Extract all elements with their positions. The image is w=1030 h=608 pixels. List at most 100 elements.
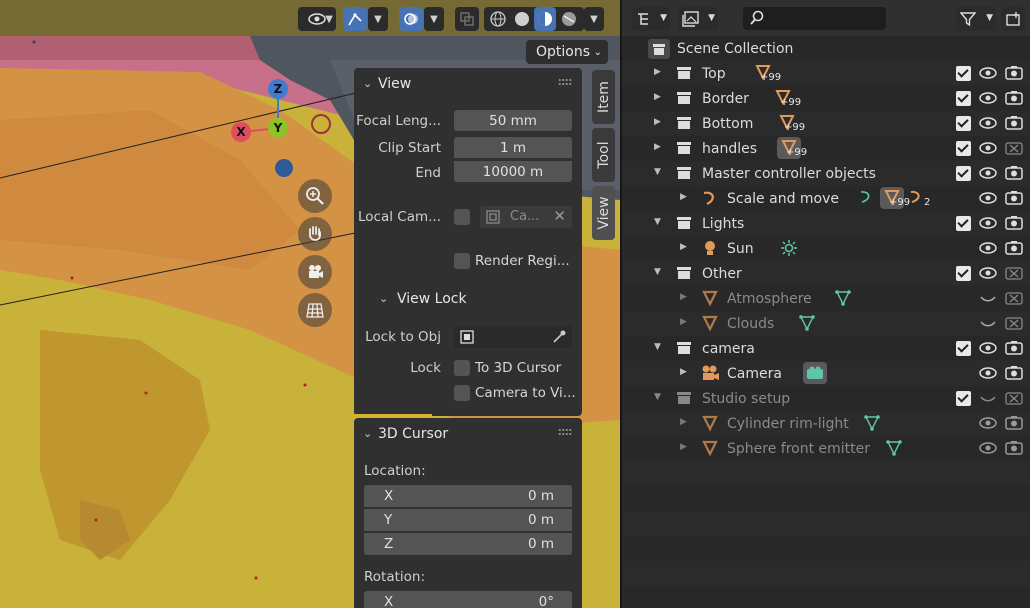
outliner-row-lights[interactable]: ▼ Lights (622, 211, 1030, 236)
outliner-row-camera-collection[interactable]: ▼ camera (622, 336, 1030, 361)
expand-arrow-icon[interactable]: ▶ (680, 317, 687, 327)
eye-icon[interactable] (979, 190, 997, 206)
solid-shading-button[interactable] (511, 7, 533, 31)
wireframe-shading-button[interactable] (487, 7, 509, 31)
display-mode-dropdown[interactable]: ▼ (632, 7, 670, 31)
render-camera-icon[interactable] (1005, 440, 1023, 456)
ortho-toggle-button[interactable] (298, 293, 332, 327)
location-x-field[interactable]: X 0 m (364, 485, 572, 507)
rendered-shading-button[interactable] (558, 7, 580, 31)
expand-arrow-icon[interactable]: ▶ (680, 192, 687, 202)
eye-closed-icon[interactable] (979, 315, 997, 331)
gizmo-x-axis[interactable]: X (231, 122, 251, 142)
focal-length-field[interactable]: 50 mm (454, 110, 572, 131)
render-disabled-icon[interactable] (1005, 290, 1023, 306)
render-camera-icon[interactable] (1005, 190, 1023, 206)
clip-start-field[interactable]: 1 m (454, 137, 572, 158)
exclude-checkbox[interactable] (956, 141, 971, 156)
camera-to-view-label[interactable]: Camera to Vi... (475, 385, 576, 401)
3d-cursor-panel-title[interactable]: 3D Cursor (378, 426, 448, 442)
chevron-down-icon[interactable]: ⌄ (363, 77, 372, 90)
expand-arrow-icon[interactable]: ▶ (680, 292, 687, 302)
exclude-checkbox[interactable] (956, 266, 971, 281)
eye-icon[interactable] (979, 65, 997, 81)
exclude-checkbox[interactable] (956, 216, 971, 231)
camera-view-button[interactable] (298, 255, 332, 289)
lock-to-object-field[interactable] (454, 326, 572, 348)
eye-icon[interactable] (979, 115, 997, 131)
gizmo-z-axis[interactable]: Z (268, 79, 288, 99)
outliner-row-camera[interactable]: ▶ Camera (622, 361, 1030, 386)
eye-icon[interactable] (979, 365, 997, 381)
drag-grip-icon[interactable] (558, 78, 572, 86)
to-3d-cursor-checkbox[interactable] (454, 360, 470, 376)
tab-view[interactable]: View (592, 186, 615, 240)
outliner-row-sun[interactable]: ▶ Sun (622, 236, 1030, 261)
expand-arrow-icon[interactable]: ▶ (654, 142, 661, 152)
render-camera-icon[interactable] (1005, 340, 1023, 356)
gizmo-dropdown[interactable]: ▼ (368, 7, 388, 31)
exclude-checkbox[interactable] (956, 91, 971, 106)
zoom-button[interactable] (298, 179, 332, 213)
local-camera-field[interactable]: Ca... ✕ (480, 206, 572, 228)
render-disabled-icon[interactable] (1005, 390, 1023, 406)
expand-arrow-icon[interactable]: ▶ (680, 242, 687, 252)
expand-arrow-icon[interactable]: ▶ (680, 417, 687, 427)
render-camera-icon[interactable] (1005, 165, 1023, 181)
exclude-checkbox[interactable] (956, 116, 971, 131)
overlays-toggle[interactable] (399, 7, 423, 31)
eye-icon[interactable] (979, 415, 997, 431)
visibility-dropdown[interactable]: ▼ (298, 7, 336, 31)
eye-icon[interactable] (979, 140, 997, 156)
outliner-row-border[interactable]: ▶ Border +99 (622, 86, 1030, 111)
exclude-checkbox[interactable] (956, 166, 971, 181)
render-camera-icon[interactable] (1005, 215, 1023, 231)
render-region-label[interactable]: Render Regi... (475, 253, 570, 269)
outliner-row-studio-setup[interactable]: ▼ Studio setup (622, 386, 1030, 411)
close-icon[interactable]: ✕ (553, 207, 566, 225)
eye-icon[interactable] (979, 165, 997, 181)
location-y-field[interactable]: Y 0 m (364, 509, 572, 531)
outliner-row-atmosphere[interactable]: ▶ Atmosphere (622, 286, 1030, 311)
shading-dropdown[interactable]: ▼ (584, 7, 604, 31)
render-region-checkbox[interactable] (454, 253, 470, 269)
expand-arrow-icon[interactable]: ▶ (680, 367, 687, 377)
filter-view-dropdown[interactable]: ▼ (678, 7, 718, 31)
to-3d-cursor-label[interactable]: To 3D Cursor (475, 360, 561, 376)
collapse-arrow-icon[interactable]: ▼ (654, 167, 661, 177)
eye-icon[interactable] (979, 90, 997, 106)
new-collection-button[interactable] (1001, 7, 1025, 31)
eyedropper-icon[interactable] (551, 329, 567, 345)
chevron-down-icon[interactable]: ⌄ (379, 292, 388, 305)
local-camera-checkbox[interactable] (454, 209, 470, 225)
tab-item[interactable]: Item (592, 70, 615, 124)
eye-closed-icon[interactable] (979, 390, 997, 406)
clip-end-field[interactable]: 10000 m (454, 161, 572, 182)
eye-icon[interactable] (979, 440, 997, 456)
exclude-checkbox[interactable] (956, 66, 971, 81)
drag-grip-icon[interactable] (558, 428, 572, 436)
expand-arrow-icon[interactable]: ▶ (680, 442, 687, 452)
expand-arrow-icon[interactable]: ▶ (654, 67, 661, 77)
gizmo-toggle[interactable] (343, 7, 367, 31)
eye-icon[interactable] (979, 240, 997, 256)
render-camera-icon[interactable] (1005, 365, 1023, 381)
options-button[interactable]: Options ⌄ (526, 40, 608, 64)
material-shading-button[interactable] (534, 7, 556, 31)
eye-closed-icon[interactable] (979, 290, 997, 306)
collapse-arrow-icon[interactable]: ▼ (654, 267, 661, 277)
xray-toggle[interactable] (455, 7, 479, 31)
collapse-arrow-icon[interactable]: ▼ (654, 217, 661, 227)
outliner-row-scale-and-move[interactable]: ▶ Scale and move +99 2 (622, 186, 1030, 211)
location-z-field[interactable]: Z 0 m (364, 533, 572, 555)
tab-tool[interactable]: Tool (592, 128, 615, 182)
outliner-row-top[interactable]: ▶ Top +99 (622, 61, 1030, 86)
render-camera-icon[interactable] (1005, 65, 1023, 81)
exclude-checkbox[interactable] (956, 341, 971, 356)
outliner-row-bottom[interactable]: ▶ Bottom +99 (622, 111, 1030, 136)
render-disabled-icon[interactable] (1005, 315, 1023, 331)
chevron-down-icon[interactable]: ⌄ (363, 427, 372, 440)
collapse-arrow-icon[interactable]: ▼ (654, 342, 661, 352)
outliner-row-sphere-front-emitter[interactable]: ▶ Sphere front emitter (622, 436, 1030, 461)
outliner-row-scene-collection[interactable]: Scene Collection (622, 36, 1030, 61)
